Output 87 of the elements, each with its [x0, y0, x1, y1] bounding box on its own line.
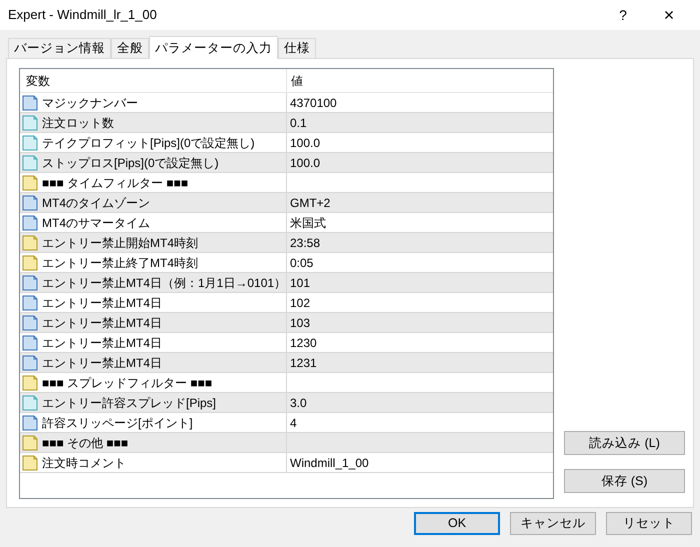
- table-row[interactable]: 許容スリッページ[ポイント] 4: [20, 413, 553, 433]
- table-row[interactable]: ■■■ スプレッドフィルター ■■■: [20, 373, 553, 393]
- parameter-name: エントリー禁止MT4日（例：1月1日→0101）: [42, 274, 286, 292]
- parameter-value: 4370100: [290, 94, 337, 112]
- table-row[interactable]: エントリー禁止MT4日 103: [20, 313, 553, 333]
- integer-type-icon: [22, 214, 38, 230]
- parameter-name: ■■■ タイムフィルター ■■■: [42, 174, 188, 192]
- table-row[interactable]: エントリー禁止終了MT4時刻 0:05: [20, 253, 553, 273]
- parameter-name: エントリー禁止MT4日: [42, 294, 162, 312]
- help-button[interactable]: ?: [600, 0, 646, 30]
- table-row[interactable]: ■■■ タイムフィルター ■■■: [20, 173, 553, 193]
- integer-type-icon: [22, 274, 38, 290]
- parameter-name: 許容スリッページ[ポイント]: [42, 414, 193, 432]
- parameter-name: マジックナンバー: [42, 94, 138, 112]
- parameter-value: 1231: [290, 354, 317, 372]
- integer-type-icon: [22, 294, 38, 310]
- dialog-button[interactable]: OK: [414, 512, 500, 535]
- table-row[interactable]: テイクプロフィット[Pips](0で設定無し) 100.0: [20, 133, 553, 153]
- parameter-name: テイクプロフィット[Pips](0で設定無し): [42, 134, 255, 152]
- table-row[interactable]: エントリー禁止MT4日 1230: [20, 333, 553, 353]
- parameter-value: 3.0: [290, 394, 307, 412]
- parameter-name: ストップロス[Pips](0で設定無し): [42, 154, 219, 172]
- integer-type-icon: [22, 94, 38, 110]
- table-row[interactable]: エントリー禁止開始MT4時刻 23:58: [20, 233, 553, 253]
- parameter-name: エントリー禁止開始MT4時刻: [42, 234, 198, 252]
- dialog-button[interactable]: リセット: [606, 512, 692, 535]
- integer-type-icon: [22, 194, 38, 210]
- parameter-value: GMT+2: [290, 194, 330, 212]
- parameter-name: エントリー許容スプレッド[Pips]: [42, 394, 216, 412]
- table-row[interactable]: 注文時コメント Windmill_1_00: [20, 453, 553, 473]
- load-button[interactable]: 読み込み (L): [564, 431, 685, 455]
- dialog-button[interactable]: キャンセル: [510, 512, 596, 535]
- table-row[interactable]: エントリー禁止MT4日（例：1月1日→0101） 101: [20, 273, 553, 293]
- close-button[interactable]: ×: [646, 0, 692, 30]
- column-header[interactable]: 値: [287, 69, 553, 92]
- parameter-value: 100.0: [290, 154, 320, 172]
- parameter-name: 注文ロット数: [42, 114, 114, 132]
- table-row[interactable]: ストップロス[Pips](0で設定無し) 100.0: [20, 153, 553, 173]
- table-row[interactable]: ■■■ その他 ■■■: [20, 433, 553, 453]
- parameter-name: ■■■ その他 ■■■: [42, 434, 128, 452]
- table-row[interactable]: MT4のタイムゾーン GMT+2: [20, 193, 553, 213]
- fraction-type-icon: [22, 134, 38, 150]
- parameter-value: 103: [290, 314, 310, 332]
- parameter-value: 0.1: [290, 114, 307, 132]
- table-row[interactable]: エントリー禁止MT4日 1231: [20, 353, 553, 373]
- parameter-name: エントリー禁止終了MT4時刻: [42, 254, 198, 272]
- text-type-icon: [22, 454, 38, 470]
- text-type-icon: [22, 254, 38, 270]
- parameter-name: エントリー禁止MT4日: [42, 334, 162, 352]
- integer-type-icon: [22, 354, 38, 370]
- parameter-name: MT4のタイムゾーン: [42, 194, 150, 212]
- parameter-value: 101: [290, 274, 310, 292]
- parameter-value: 4: [290, 414, 297, 432]
- table-row[interactable]: エントリー許容スプレッド[Pips] 3.0: [20, 393, 553, 413]
- text-type-icon: [22, 234, 38, 250]
- table-row[interactable]: MT4のサマータイム 米国式: [20, 213, 553, 233]
- window-title: Expert - Windmill_lr_1_00: [8, 6, 158, 24]
- tab[interactable]: パラメーターの入力: [149, 36, 278, 59]
- integer-type-icon: [22, 314, 38, 330]
- parameter-value: 1230: [290, 334, 317, 352]
- fraction-type-icon: [22, 154, 38, 170]
- table-row[interactable]: 注文ロット数 0.1: [20, 113, 553, 133]
- table-row[interactable]: エントリー禁止MT4日 102: [20, 293, 553, 313]
- table-row[interactable]: マジックナンバー 4370100: [20, 93, 553, 113]
- tab[interactable]: 仕様: [278, 38, 316, 58]
- fraction-type-icon: [22, 394, 38, 410]
- parameter-name: エントリー禁止MT4日: [42, 314, 162, 332]
- parameter-value: 102: [290, 294, 310, 312]
- fraction-type-icon: [22, 114, 38, 130]
- parameter-name: 注文時コメント: [42, 454, 126, 472]
- text-type-icon: [22, 374, 38, 390]
- parameter-value: 0:05: [290, 254, 314, 272]
- tab[interactable]: 全般: [111, 38, 149, 58]
- text-type-icon: [22, 174, 38, 190]
- parameter-value: Windmill_1_00: [290, 454, 369, 472]
- tab[interactable]: バージョン情報: [8, 38, 111, 58]
- parameter-value: 23:58: [290, 234, 320, 252]
- save-button[interactable]: 保存 (S): [564, 469, 685, 493]
- text-type-icon: [22, 434, 38, 450]
- column-header[interactable]: 変数: [20, 69, 287, 92]
- integer-type-icon: [22, 334, 38, 350]
- parameter-name: エントリー禁止MT4日: [42, 354, 162, 372]
- parameter-value: 米国式: [290, 214, 326, 232]
- integer-type-icon: [22, 414, 38, 430]
- parameter-name: MT4のサマータイム: [42, 214, 150, 232]
- parameter-name: ■■■ スプレッドフィルター ■■■: [42, 374, 212, 392]
- parameter-value: 100.0: [290, 134, 320, 152]
